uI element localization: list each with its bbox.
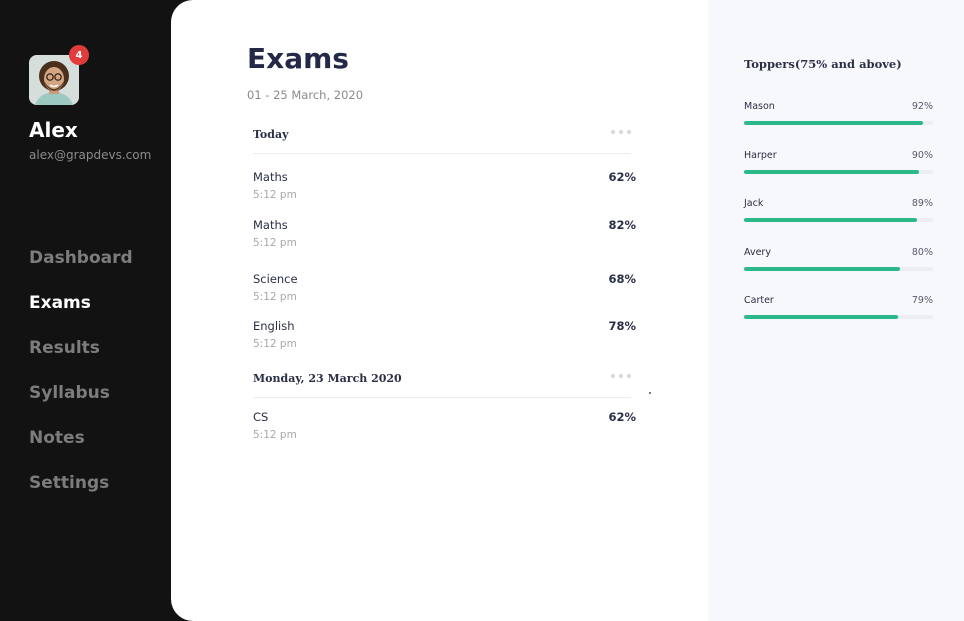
topper-name: Avery bbox=[744, 247, 771, 258]
sidebar-nav: Dashboard Exams Results Syllabus Notes S… bbox=[29, 246, 133, 516]
user-name: Alex bbox=[29, 118, 78, 142]
toppers-panel: Toppers(75% and above) Mason 92% Harper … bbox=[708, 0, 964, 621]
avatar-container[interactable]: 4 bbox=[29, 45, 89, 105]
topper-item: Jack 89% bbox=[744, 198, 933, 228]
sidebar-item-notes[interactable]: Notes bbox=[29, 426, 133, 471]
progress-fill bbox=[744, 170, 920, 174]
exam-time: 5:12 pm bbox=[253, 291, 297, 303]
progress-track bbox=[744, 170, 933, 174]
user-email: alex@grapdevs.com bbox=[29, 148, 152, 162]
exam-row[interactable]: Science 5:12 pm 68% bbox=[253, 272, 636, 312]
exam-subject: Maths bbox=[253, 170, 288, 184]
exam-time: 5:12 pm bbox=[253, 338, 297, 350]
sidebar: 4 Alex alex@grapdevs.com Dashboard Exams… bbox=[0, 0, 190, 621]
exam-score: 62% bbox=[608, 410, 636, 424]
topper-percent: 89% bbox=[911, 198, 933, 209]
topper-name: Jack bbox=[744, 198, 764, 209]
exam-subject: Maths bbox=[253, 218, 288, 232]
more-options-icon[interactable] bbox=[611, 130, 631, 134]
topper-item: Harper 90% bbox=[744, 150, 933, 180]
exam-time: 5:12 pm bbox=[253, 237, 297, 249]
exam-score: 78% bbox=[608, 319, 636, 333]
topper-name: Harper bbox=[744, 150, 777, 161]
sidebar-item-results[interactable]: Results bbox=[29, 336, 133, 381]
exam-score: 68% bbox=[608, 272, 636, 286]
topper-name: Carter bbox=[744, 295, 774, 306]
section-monday: Monday, 23 March 2020 bbox=[253, 372, 631, 398]
exam-row[interactable]: English 5:12 pm 78% bbox=[253, 319, 636, 359]
toppers-title: Toppers(75% and above) bbox=[744, 57, 902, 71]
sidebar-item-settings[interactable]: Settings bbox=[29, 471, 133, 516]
section-header: Today bbox=[253, 128, 631, 154]
section-today: Today bbox=[253, 128, 631, 154]
progress-fill bbox=[744, 267, 900, 271]
progress-fill bbox=[744, 121, 924, 125]
exam-score: 62% bbox=[608, 170, 636, 184]
notification-badge[interactable]: 4 bbox=[69, 45, 89, 65]
topper-item: Mason 92% bbox=[744, 101, 933, 131]
main-panel: Exams 01 - 25 March, 2020 Today Maths 5:… bbox=[171, 0, 708, 621]
topper-percent: 90% bbox=[911, 150, 933, 161]
topper-percent: 80% bbox=[911, 247, 933, 258]
exam-time: 5:12 pm bbox=[253, 189, 297, 201]
progress-fill bbox=[744, 218, 918, 222]
exam-row[interactable]: Maths 5:12 pm 62% bbox=[253, 170, 636, 210]
topper-percent: 92% bbox=[911, 101, 933, 112]
topper-percent: 79% bbox=[911, 295, 933, 306]
exam-score: 82% bbox=[608, 218, 636, 232]
section-header: Monday, 23 March 2020 bbox=[253, 372, 631, 398]
progress-fill bbox=[744, 315, 898, 319]
stray-dot bbox=[649, 392, 651, 394]
topper-item: Avery 80% bbox=[744, 247, 933, 277]
exam-subject: CS bbox=[253, 410, 269, 424]
topper-item: Carter 79% bbox=[744, 295, 933, 325]
section-title: Today bbox=[253, 128, 289, 141]
exam-row[interactable]: CS 5:12 pm 62% bbox=[253, 410, 636, 450]
exam-subject: English bbox=[253, 319, 295, 333]
sidebar-item-syllabus[interactable]: Syllabus bbox=[29, 381, 133, 426]
progress-track bbox=[744, 121, 933, 125]
page-title: Exams bbox=[247, 42, 349, 75]
exam-row[interactable]: Maths 5:12 pm 82% bbox=[253, 218, 636, 258]
progress-track bbox=[744, 267, 933, 271]
progress-track bbox=[744, 218, 933, 222]
sidebar-item-dashboard[interactable]: Dashboard bbox=[29, 246, 133, 291]
sidebar-item-exams[interactable]: Exams bbox=[29, 291, 133, 336]
exam-subject: Science bbox=[253, 272, 298, 286]
topper-name: Mason bbox=[744, 101, 775, 112]
exam-time: 5:12 pm bbox=[253, 429, 297, 441]
date-range: 01 - 25 March, 2020 bbox=[247, 88, 364, 102]
progress-track bbox=[744, 315, 933, 319]
more-options-icon[interactable] bbox=[611, 374, 631, 378]
section-title: Monday, 23 March 2020 bbox=[253, 372, 402, 385]
